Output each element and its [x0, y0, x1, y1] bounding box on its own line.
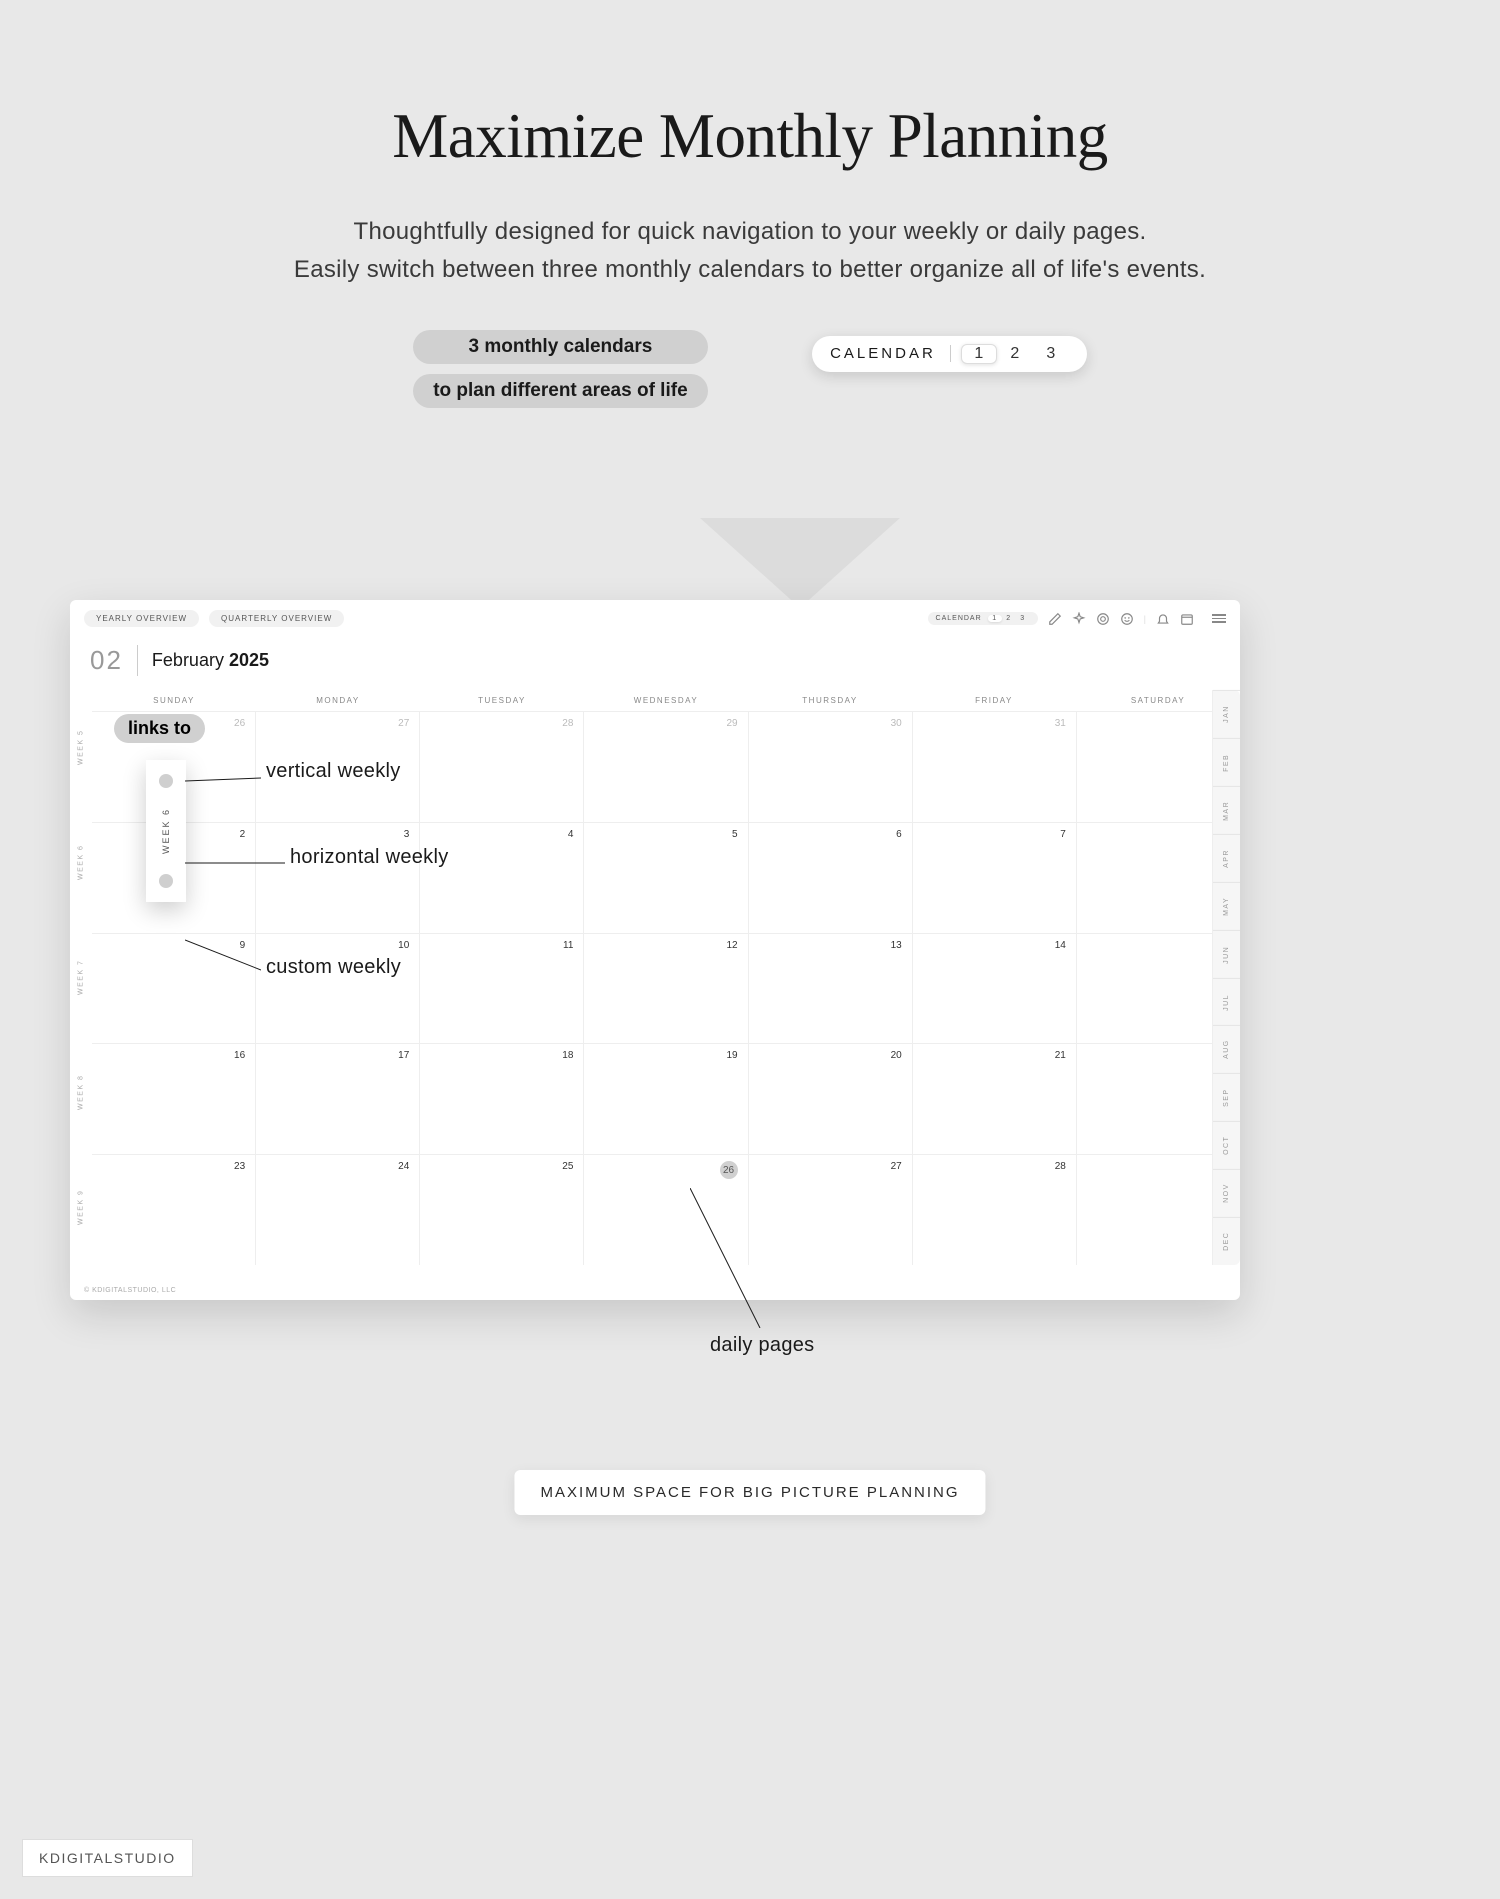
calendar-switcher-label: CALENDAR: [830, 345, 951, 362]
day-cell[interactable]: 16: [92, 1044, 256, 1154]
day-cell[interactable]: 28: [913, 1155, 1077, 1265]
calendar-switcher-large: CALENDAR 1 2 3: [812, 336, 1087, 372]
week-label[interactable]: WEEK 8: [70, 1035, 92, 1150]
month-tab[interactable]: JAN: [1213, 690, 1240, 738]
day-cell[interactable]: 25: [420, 1155, 584, 1265]
quarterly-overview-tab[interactable]: QUARTERLY OVERVIEW: [209, 610, 344, 627]
smile-icon[interactable]: [1120, 612, 1134, 626]
day-cell[interactable]: 12: [584, 934, 748, 1044]
menu-icon[interactable]: [1212, 614, 1226, 623]
day-cell[interactable]: 9: [92, 934, 256, 1044]
bell-icon[interactable]: [1156, 612, 1170, 626]
day-of-week-header: FRIDAY: [912, 690, 1076, 711]
day-of-week-header: TUESDAY: [420, 690, 584, 711]
day-cell[interactable]: 11: [420, 934, 584, 1044]
month-title: February 2025: [152, 650, 269, 671]
calendar-icon[interactable]: [1180, 612, 1194, 626]
day-cell[interactable]: 20: [749, 1044, 913, 1154]
links-to-label: links to: [114, 714, 205, 743]
pencil-icon[interactable]: [1048, 612, 1062, 626]
copyright-footer: © KDIGITALSTUDIO, LLC: [84, 1287, 176, 1294]
callout-pill-2: to plan different areas of life: [413, 374, 707, 408]
calendar-switcher-mini[interactable]: CALENDAR 1 2 3: [928, 612, 1038, 625]
day-cell[interactable]: 13: [749, 934, 913, 1044]
week-label[interactable]: WEEK 9: [70, 1150, 92, 1265]
target-icon[interactable]: [1096, 612, 1110, 626]
dropdown-triangle-shadow: [700, 518, 900, 608]
month-tab[interactable]: MAR: [1213, 786, 1240, 834]
week-label[interactable]: WEEK 6: [70, 805, 92, 920]
month-tab[interactable]: FEB: [1213, 738, 1240, 786]
day-cell[interactable]: 29: [584, 712, 748, 822]
calendar-tab-2[interactable]: 2: [997, 345, 1033, 363]
yearly-overview-tab[interactable]: YEARLY OVERVIEW: [84, 610, 199, 627]
week-popup-label: WEEK 6: [161, 808, 171, 854]
month-tab[interactable]: JUL: [1213, 978, 1240, 1026]
day-cell[interactable]: 19: [584, 1044, 748, 1154]
month-tab[interactable]: SEP: [1213, 1073, 1240, 1121]
vertical-weekly-dot[interactable]: [159, 774, 173, 788]
day-of-week-header: MONDAY: [256, 690, 420, 711]
month-tab[interactable]: APR: [1213, 834, 1240, 882]
brand-badge: KDIGITALSTUDIO: [22, 1839, 193, 1877]
day-cell[interactable]: 5: [584, 823, 748, 933]
hero-title: Maximize Monthly Planning: [0, 100, 1500, 173]
month-tab[interactable]: AUG: [1213, 1025, 1240, 1073]
horizontal-weekly-label: horizontal weekly: [290, 846, 449, 869]
day-cell[interactable]: 27: [749, 1155, 913, 1265]
month-tab[interactable]: OCT: [1213, 1121, 1240, 1169]
hero-subtitle: Thoughtfully designed for quick navigati…: [0, 213, 1500, 290]
month-tab[interactable]: DEC: [1213, 1217, 1240, 1265]
week-popup[interactable]: WEEK 6: [146, 760, 186, 902]
custom-weekly-dot[interactable]: [159, 874, 173, 888]
month-number: 02: [90, 645, 138, 676]
day-cell[interactable]: 3: [256, 823, 420, 933]
day-cell[interactable]: 28: [420, 712, 584, 822]
day-cell[interactable]: 10: [256, 934, 420, 1044]
daily-pages-label: daily pages: [710, 1334, 814, 1357]
day-cell[interactable]: 14: [913, 934, 1077, 1044]
custom-weekly-label: custom weekly: [266, 956, 401, 979]
month-tab[interactable]: MAY: [1213, 882, 1240, 930]
callout-pill-1: 3 monthly calendars: [413, 330, 707, 364]
vertical-weekly-label: vertical weekly: [266, 760, 401, 783]
day-cell[interactable]: 4: [420, 823, 584, 933]
day-cell[interactable]: 31: [913, 712, 1077, 822]
day-cell[interactable]: 26: [584, 1155, 748, 1265]
day-of-week-header: WEDNESDAY: [584, 690, 748, 711]
planner-window: YEARLY OVERVIEW QUARTERLY OVERVIEW CALEN…: [70, 600, 1240, 1300]
day-cell[interactable]: 17: [256, 1044, 420, 1154]
week-label[interactable]: WEEK 7: [70, 920, 92, 1035]
sparkle-icon[interactable]: [1072, 612, 1086, 626]
day-cell[interactable]: 21: [913, 1044, 1077, 1154]
month-tab[interactable]: NOV: [1213, 1169, 1240, 1217]
calendar-tab-3[interactable]: 3: [1033, 345, 1069, 363]
day-cell[interactable]: 23: [92, 1155, 256, 1265]
day-of-week-header: THURSDAY: [748, 690, 912, 711]
day-cell[interactable]: 30: [749, 712, 913, 822]
week-label[interactable]: WEEK 5: [70, 690, 92, 805]
day-cell[interactable]: 6: [749, 823, 913, 933]
day-of-week-header: SUNDAY: [92, 690, 256, 711]
month-tab[interactable]: JUN: [1213, 930, 1240, 978]
day-cell[interactable]: 24: [256, 1155, 420, 1265]
bottom-badge: MAXIMUM SPACE FOR BIG PICTURE PLANNING: [514, 1470, 985, 1515]
calendar-tab-1[interactable]: 1: [961, 344, 997, 364]
day-cell[interactable]: 18: [420, 1044, 584, 1154]
day-cell[interactable]: 7: [913, 823, 1077, 933]
